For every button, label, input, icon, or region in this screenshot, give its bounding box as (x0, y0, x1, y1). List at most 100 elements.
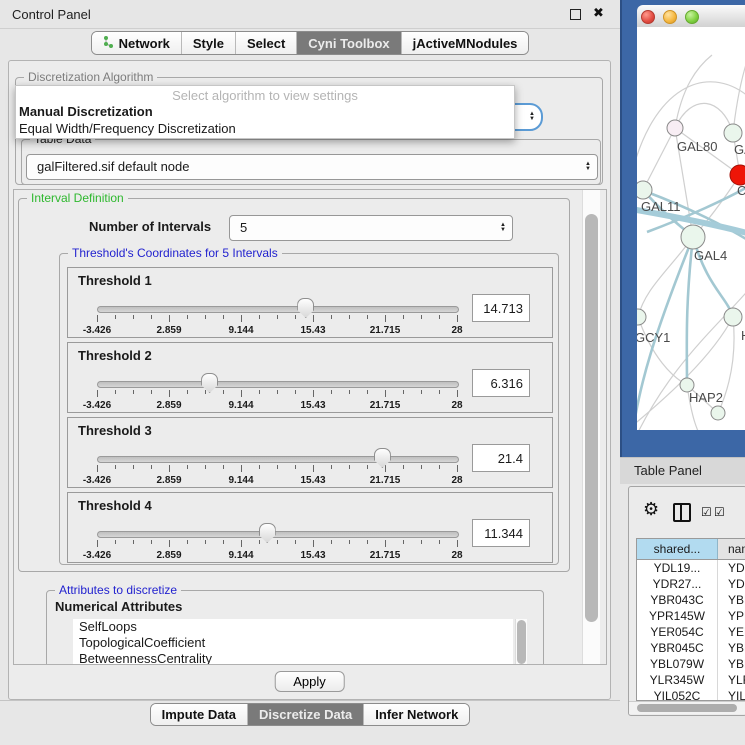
attribute-list-item[interactable]: BetweennessCentrality (73, 651, 513, 665)
network-node[interactable] (724, 308, 742, 326)
threshold-slider[interactable]: -3.4262.8599.14415.4321.71528 (94, 371, 460, 409)
tab-network[interactable]: Network (92, 32, 182, 54)
split-table-icon[interactable] (673, 503, 691, 522)
slider-minor-tick (187, 390, 188, 394)
threshold-slider[interactable]: -3.4262.8599.14415.4321.71528 (94, 446, 460, 484)
slider-minor-tick (115, 390, 116, 394)
gear-icon[interactable]: ⚙ (643, 499, 659, 520)
slider-minor-tick (187, 315, 188, 319)
slider-track[interactable] (97, 306, 459, 313)
checkbox-icon[interactable]: ☑ (714, 505, 725, 519)
thresholds-group: Threshold's Coordinates for 5 Intervals … (59, 253, 559, 565)
checkbox-icon[interactable]: ☑ (701, 505, 712, 519)
network-node[interactable] (667, 120, 683, 136)
threshold-value-field[interactable]: 14.713 (472, 294, 530, 322)
slider-thumb[interactable] (297, 298, 314, 318)
slider-major-tick (457, 315, 458, 322)
group-title: Discretization Algorithm (24, 70, 157, 84)
slider-minor-tick (223, 540, 224, 544)
network-node[interactable] (711, 406, 725, 420)
slider-tick-label: 21.715 (370, 325, 401, 336)
attributes-list[interactable]: SelfLoopsTopologicalCoefficientBetweenne… (73, 619, 513, 665)
dropdown-option[interactable]: Manual Discretization (16, 103, 514, 120)
network-node-label: GCY1 (637, 330, 670, 345)
column-header-shared[interactable]: shared... (637, 539, 718, 559)
slider-tick-label: -3.426 (83, 400, 111, 411)
network-node-label: HAP2 (689, 390, 723, 405)
panel-vertical-scrollbar[interactable] (582, 190, 600, 664)
slider-track[interactable] (97, 456, 459, 463)
panel-title: Control Panel (12, 7, 91, 22)
slider-major-tick (313, 465, 314, 472)
slider-minor-tick (439, 390, 440, 394)
tab-style[interactable]: Style (182, 32, 236, 54)
tab-label: Discretize Data (259, 707, 352, 722)
tab-select[interactable]: Select (236, 32, 297, 54)
slider-minor-tick (115, 540, 116, 544)
slider-minor-tick (259, 540, 260, 544)
slider-minor-tick (367, 465, 368, 469)
slider-minor-tick (277, 315, 278, 319)
table-data-combobox[interactable]: galFiltered.sif default node ▲▼ (26, 154, 598, 180)
table-row[interactable]: YLR345WYLR3 (637, 672, 745, 688)
network-canvas[interactable]: GAL80GACGAL11GAL4GCY1HHAP2 (637, 27, 745, 430)
table-row[interactable]: YBL079WYBL0 (637, 656, 745, 672)
slider-thumb[interactable] (374, 448, 391, 468)
slider-thumb[interactable] (201, 373, 218, 393)
table-row[interactable]: YDR27...YDR2 (637, 576, 745, 592)
cell-shared-name: YLR345W (637, 672, 718, 688)
window-titlebar (637, 5, 745, 28)
tab-cyni-toolbox[interactable]: Cyni Toolbox (297, 32, 401, 54)
slider-minor-tick (133, 315, 134, 319)
float-window-icon[interactable] (570, 9, 581, 20)
column-header-name[interactable]: name (718, 539, 745, 559)
slider-tick-label: 2.859 (156, 400, 181, 411)
close-traffic-light-icon[interactable] (641, 10, 655, 24)
network-node[interactable] (730, 165, 745, 185)
slider-major-tick (313, 390, 314, 397)
table-row[interactable]: YBR045CYBR0 (637, 640, 745, 656)
slider-track[interactable] (97, 531, 459, 538)
numerical-attributes-label: Numerical Attributes (55, 599, 182, 614)
table-row[interactable]: YER054CYER0 (637, 624, 745, 640)
maximize-traffic-light-icon[interactable] (685, 10, 699, 24)
slider-major-tick (385, 315, 386, 322)
network-node[interactable] (637, 309, 646, 325)
table-row[interactable]: YBR043CYBR0 (637, 592, 745, 608)
slider-track[interactable] (97, 381, 459, 388)
attribute-list-item[interactable]: TopologicalCoefficient (73, 635, 513, 651)
threshold-slider[interactable]: -3.4262.8599.14415.4321.71528 (94, 296, 460, 334)
table-row[interactable]: YDL19...YDL1 (637, 560, 745, 576)
network-node[interactable] (637, 181, 652, 199)
dropdown-option[interactable]: Equal Width/Frequency Discretization (16, 120, 514, 137)
slider-major-tick (385, 540, 386, 547)
num-intervals-spinner[interactable]: 5 ▲▼ (229, 215, 513, 241)
cyni-toolbox-panel: Discretization Algorithm ▲▼ Select algor… (8, 60, 611, 700)
tab-label: Select (247, 36, 285, 51)
network-node-label: GAL80 (677, 139, 717, 154)
table-horizontal-scrollbar[interactable] (629, 701, 745, 714)
slider-minor-tick (133, 465, 134, 469)
slider-minor-tick (223, 465, 224, 469)
tab-impute-data[interactable]: Impute Data (151, 704, 248, 725)
minimize-traffic-light-icon[interactable] (663, 10, 677, 24)
threshold-value-field[interactable]: 11.344 (472, 519, 530, 547)
group-title: Interval Definition (27, 191, 128, 205)
attributes-list-scrollbar[interactable] (515, 619, 527, 665)
table-row[interactable]: YIL052CYIL0 (637, 688, 745, 701)
threshold-slider[interactable]: -3.4262.8599.14415.4321.71528 (94, 521, 460, 559)
tab-discretize-data[interactable]: Discretize Data (248, 704, 364, 725)
threshold-value-field[interactable]: 6.316 (472, 369, 530, 397)
close-icon[interactable]: ✖ (593, 5, 604, 21)
tab-jactivemnodules[interactable]: jActiveMNodules (402, 32, 529, 54)
apply-button[interactable]: Apply (274, 671, 345, 692)
top-tab-bar: NetworkStyle Select Cyni ToolboxjActiveMNo… (0, 31, 620, 55)
node-table[interactable]: shared... name YDL19...YDL1YDR27...YDR2Y… (636, 538, 745, 701)
tab-infer-network[interactable]: Infer Network (364, 704, 469, 725)
threshold-value-field[interactable]: 21.4 (472, 444, 530, 472)
slider-thumb[interactable] (259, 523, 276, 543)
network-node[interactable] (681, 225, 705, 249)
attribute-list-item[interactable]: SelfLoops (73, 619, 513, 635)
network-node[interactable] (724, 124, 742, 142)
table-row[interactable]: YPR145WYPR1 (637, 608, 745, 624)
